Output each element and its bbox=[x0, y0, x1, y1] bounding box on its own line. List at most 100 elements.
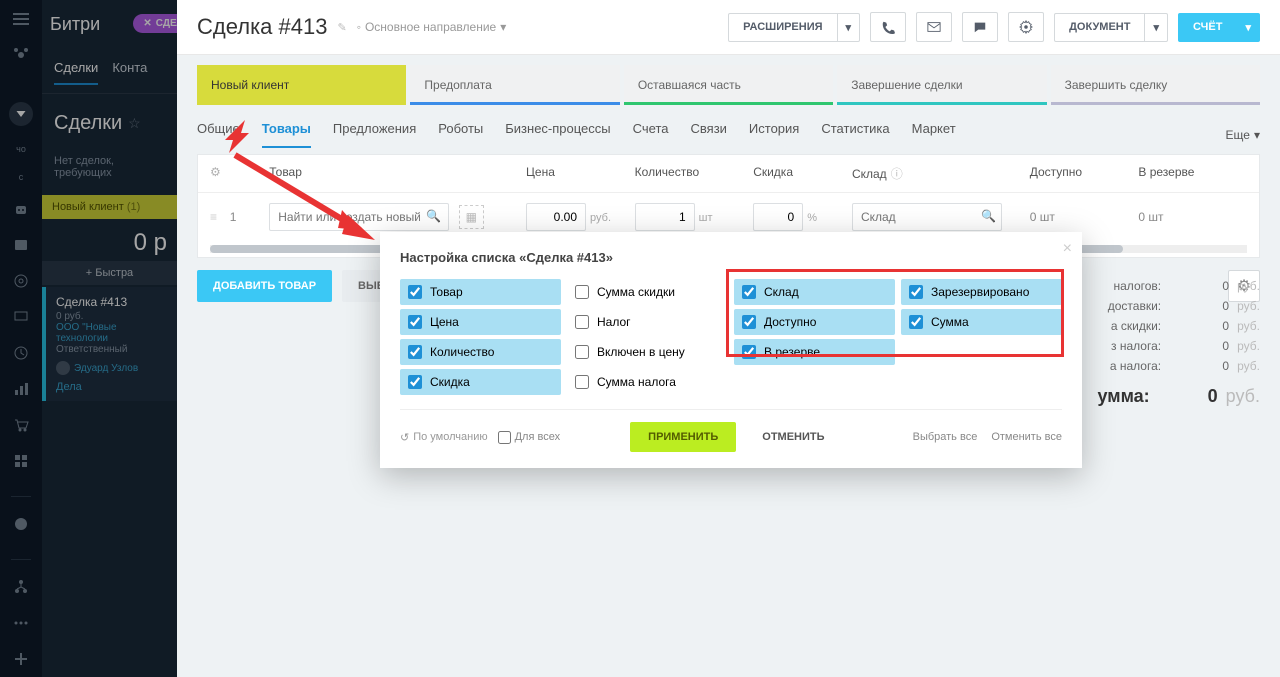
column-option[interactable]: Сумма налога bbox=[567, 369, 728, 395]
chat-icon[interactable] bbox=[962, 12, 998, 42]
column-option[interactable]: Доступно bbox=[734, 309, 895, 335]
tab-invoices[interactable]: Счета bbox=[633, 121, 669, 148]
pencil-icon[interactable]: ✎ bbox=[337, 21, 346, 34]
account-dropdown[interactable]: ▾ bbox=[1237, 13, 1260, 42]
stage-finish[interactable]: Завершить сделку bbox=[1051, 65, 1260, 105]
column-option-checkbox[interactable] bbox=[909, 285, 923, 299]
column-option-checkbox[interactable] bbox=[575, 375, 589, 389]
tabs-more[interactable]: Еще ▾ bbox=[1226, 121, 1260, 148]
rail-icon-1[interactable] bbox=[12, 46, 30, 64]
column-option-checkbox[interactable] bbox=[408, 285, 422, 299]
document-dropdown[interactable]: ▾ bbox=[1145, 13, 1168, 42]
tab-stats[interactable]: Статистика bbox=[821, 121, 889, 148]
hamburger-icon[interactable] bbox=[12, 10, 30, 28]
col-reserve[interactable]: В резерве bbox=[1138, 165, 1247, 182]
star-icon[interactable]: ☆ bbox=[128, 115, 141, 132]
close-icon[interactable]: ✕ bbox=[143, 18, 151, 29]
gear-icon[interactable] bbox=[1008, 12, 1044, 42]
tab-links[interactable]: Связи bbox=[691, 121, 727, 148]
rail-icon-chat[interactable] bbox=[12, 515, 30, 533]
deal-card-user-name[interactable]: Эдуард Узлов bbox=[74, 363, 138, 374]
rail-icon-clock[interactable] bbox=[12, 344, 30, 362]
stage-remaining[interactable]: Оставшаяся часть bbox=[624, 65, 833, 105]
tab-deals[interactable]: Сделки bbox=[54, 60, 98, 85]
rail-icon-screen[interactable] bbox=[12, 308, 30, 326]
column-option[interactable]: Скидка bbox=[400, 369, 561, 395]
column-option[interactable]: Цена bbox=[400, 309, 561, 335]
column-option[interactable]: Зарезервировано bbox=[901, 279, 1062, 305]
price-input[interactable] bbox=[526, 203, 586, 231]
info-icon[interactable]: ⓘ bbox=[891, 165, 903, 182]
column-option-checkbox[interactable] bbox=[408, 375, 422, 389]
rail-icon-cart[interactable] bbox=[12, 416, 30, 434]
column-option[interactable]: Включен в цену bbox=[567, 339, 728, 365]
column-option-checkbox[interactable] bbox=[575, 315, 589, 329]
search-icon[interactable]: 🔍 bbox=[426, 209, 441, 223]
tab-bp[interactable]: Бизнес-процессы bbox=[505, 121, 610, 148]
col-avail[interactable]: Доступно bbox=[1030, 165, 1139, 182]
column-option-checkbox[interactable] bbox=[742, 285, 756, 299]
rail-icon-dots[interactable] bbox=[12, 614, 30, 632]
col-price[interactable]: Цена bbox=[526, 165, 635, 182]
document-button[interactable]: ДОКУМЕНТ bbox=[1054, 13, 1145, 42]
quick-add-button[interactable]: + Быстра bbox=[42, 261, 177, 285]
for-all-checkbox[interactable]: Для всех bbox=[498, 431, 560, 444]
column-option[interactable]: Количество bbox=[400, 339, 561, 365]
rail-icon-sitemap[interactable] bbox=[12, 578, 30, 596]
deal-card-activities[interactable]: Дела bbox=[56, 381, 167, 393]
rail-icon-chart[interactable] bbox=[12, 380, 30, 398]
mail-icon[interactable] bbox=[916, 12, 952, 42]
barcode-icon[interactable]: ▦ bbox=[459, 205, 484, 229]
tab-history[interactable]: История bbox=[749, 121, 799, 148]
modal-close-icon[interactable]: × bbox=[1063, 240, 1072, 258]
stage-closing[interactable]: Завершение сделки bbox=[837, 65, 1046, 105]
select-all-link[interactable]: Выбрать все bbox=[913, 431, 978, 443]
col-discount[interactable]: Скидка bbox=[753, 165, 852, 182]
column-option[interactable]: Склад bbox=[734, 279, 895, 305]
column-option-checkbox[interactable] bbox=[575, 345, 589, 359]
col-store[interactable]: Склад ⓘ bbox=[852, 165, 1030, 182]
rail-icon-target[interactable] bbox=[12, 272, 30, 290]
tab-general[interactable]: Общие bbox=[197, 121, 240, 148]
discount-input[interactable] bbox=[753, 203, 803, 231]
phone-icon[interactable] bbox=[870, 12, 906, 42]
rail-icon-plus[interactable] bbox=[12, 650, 30, 668]
apply-button[interactable]: ПРИМЕНИТЬ bbox=[630, 422, 736, 452]
column-option[interactable]: В резерве bbox=[734, 339, 895, 365]
product-search-input[interactable] bbox=[269, 203, 449, 231]
column-option[interactable]: Сумма скидки bbox=[567, 279, 728, 305]
tab-offers[interactable]: Предложения bbox=[333, 121, 416, 148]
column-option-checkbox[interactable] bbox=[909, 315, 923, 329]
column-option-checkbox[interactable] bbox=[408, 345, 422, 359]
extensions-button[interactable]: РАСШИРЕНИЯ bbox=[728, 13, 837, 42]
column-option-checkbox[interactable] bbox=[408, 315, 422, 329]
col-qty[interactable]: Количество bbox=[635, 165, 754, 182]
rail-icon-robot[interactable] bbox=[12, 200, 30, 218]
direction-dropdown[interactable]: ◦ Основное направление ▾ bbox=[357, 20, 507, 34]
column-option-checkbox[interactable] bbox=[742, 315, 756, 329]
grid-settings-gear-icon[interactable]: ⚙ bbox=[210, 165, 230, 182]
account-button[interactable]: СЧЁТ bbox=[1178, 13, 1237, 42]
deselect-all-link[interactable]: Отменить все bbox=[991, 431, 1062, 443]
for-all-input[interactable] bbox=[498, 431, 511, 444]
column-option[interactable]: Сумма bbox=[901, 309, 1062, 335]
stage-new-client[interactable]: Новый клиент bbox=[197, 65, 406, 105]
stage-filter-yellow[interactable]: Новый клиент (1) bbox=[42, 195, 177, 219]
column-option-checkbox[interactable] bbox=[742, 345, 756, 359]
cancel-button[interactable]: ОТМЕНИТЬ bbox=[744, 422, 842, 452]
column-option[interactable]: Товар bbox=[400, 279, 561, 305]
rail-icon-book[interactable] bbox=[12, 236, 30, 254]
stage-prepay[interactable]: Предоплата bbox=[410, 65, 619, 105]
qty-input[interactable] bbox=[635, 203, 695, 231]
tab-contacts[interactable]: Конта bbox=[112, 60, 147, 85]
column-option[interactable]: Налог bbox=[567, 309, 728, 335]
tab-market[interactable]: Маркет bbox=[912, 121, 956, 148]
rail-icon-grid[interactable] bbox=[12, 452, 30, 470]
revert-default[interactable]: ↺ По умолчанию bbox=[400, 431, 488, 444]
deal-card[interactable]: Сделка #413 0 руб. ООО "Новые технологии… bbox=[42, 287, 177, 401]
badge-deal[interactable]: ✕СДЕЛКА bbox=[133, 14, 177, 33]
search-icon[interactable]: 🔍 bbox=[981, 209, 996, 223]
rail-badge[interactable] bbox=[9, 102, 33, 126]
drag-handle-icon[interactable]: ≡ bbox=[210, 210, 230, 224]
add-product-button[interactable]: ДОБАВИТЬ ТОВАР bbox=[197, 270, 332, 302]
